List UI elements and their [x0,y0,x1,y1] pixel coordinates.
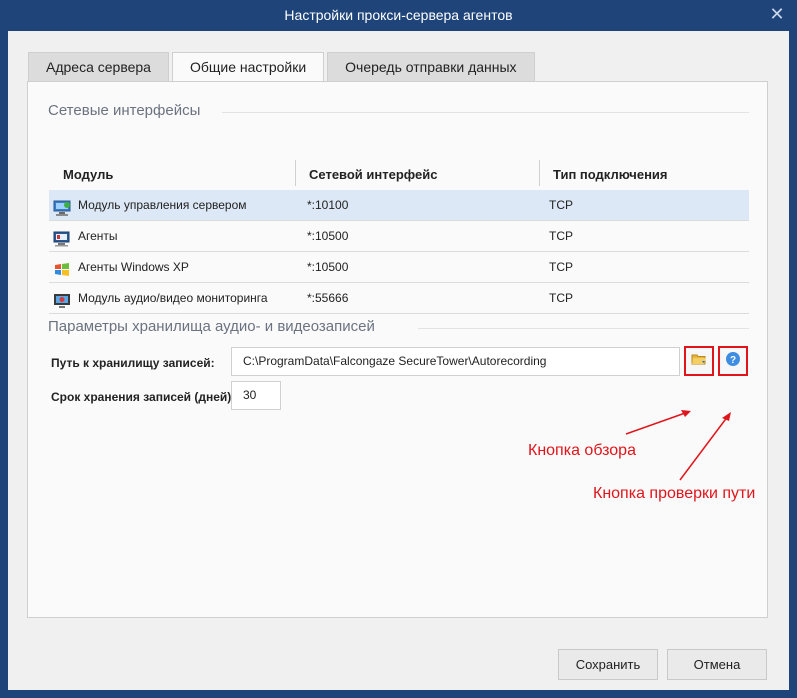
row-module-label: Агенты Windows XP [78,259,189,274]
dialog-client-area: Адреса сервера Общие настройки Очередь о… [8,31,789,690]
question-icon: ? [725,351,741,372]
storage-section-title: Параметры хранилища аудио- и видеозаписе… [48,318,375,335]
network-section-title: Сетевые интерфейсы [48,102,201,119]
row-type-value: TCP [549,198,573,212]
windows-xp-icon [53,259,71,276]
row-module-label: Модуль управления сервером [78,197,247,212]
tab-general-settings[interactable]: Общие настройки [171,52,325,83]
interfaces-table: Модуль Сетевой интерфейс Тип подключения… [49,160,749,314]
retention-days-input[interactable]: 30 [231,381,281,410]
table-row[interactable]: Модуль аудио/видео мониторинга *:55666 T… [49,283,749,314]
retention-days-label: Срок хранения записей (дней): [51,390,236,404]
av-monitoring-icon [53,290,71,308]
title-bar: Настройки прокси-сервера агентов ✕ [0,0,797,31]
server-management-icon [53,197,71,216]
storage-path-input[interactable]: C:\ProgramData\Falcongaze SecureTower\Au… [231,347,680,376]
table-row[interactable]: Агенты Windows XP *:10500 TCP [49,252,749,283]
save-button[interactable]: Сохранить [558,649,658,680]
column-header-module[interactable]: Модуль [49,160,295,190]
svg-text:?: ? [730,355,736,366]
dialog-window: Настройки прокси-сервера агентов ✕ Адрес… [0,0,797,698]
section-divider [418,328,749,329]
row-module-label: Агенты [78,228,118,243]
row-type-value: TCP [549,229,573,243]
column-header-type[interactable]: Тип подключения [539,160,749,190]
row-type-value: TCP [549,260,573,274]
column-header-interface[interactable]: Сетевой интерфейс [295,160,539,190]
browse-button[interactable] [684,346,714,376]
row-interface-value: *:10500 [307,229,349,243]
tab-server-addresses[interactable]: Адреса сервера [28,52,169,82]
table-row[interactable]: Модуль управления сервером *:10100 TCP [49,190,749,221]
tab-strip: Адреса сервера Общие настройки Очередь о… [28,52,538,83]
row-interface-value: *:55666 [307,291,349,305]
tab-send-queue[interactable]: Очередь отправки данных [327,52,535,82]
agents-icon [53,228,71,247]
row-module-label: Модуль аудио/видео мониторинга [78,290,268,305]
close-icon[interactable]: ✕ [767,0,787,31]
table-row[interactable]: Агенты *:10500 TCP [49,221,749,252]
row-type-value: TCP [549,291,573,305]
check-path-button[interactable]: ? [718,346,748,376]
row-interface-value: *:10500 [307,260,349,274]
tab-panel: Сетевые интерфейсы Модуль Сетевой интерф… [27,81,768,618]
row-interface-value: *:10100 [307,198,349,212]
section-divider [222,112,749,113]
window-title: Настройки прокси-сервера агентов [284,7,513,23]
storage-path-label: Путь к хранилищу записей: [51,356,215,370]
check-annotation: Кнопка проверки пути [593,485,756,502]
table-header: Модуль Сетевой интерфейс Тип подключения [49,160,749,190]
browse-annotation: Кнопка обзора [528,442,636,459]
folder-browse-icon [691,352,707,371]
cancel-button[interactable]: Отмена [667,649,767,680]
